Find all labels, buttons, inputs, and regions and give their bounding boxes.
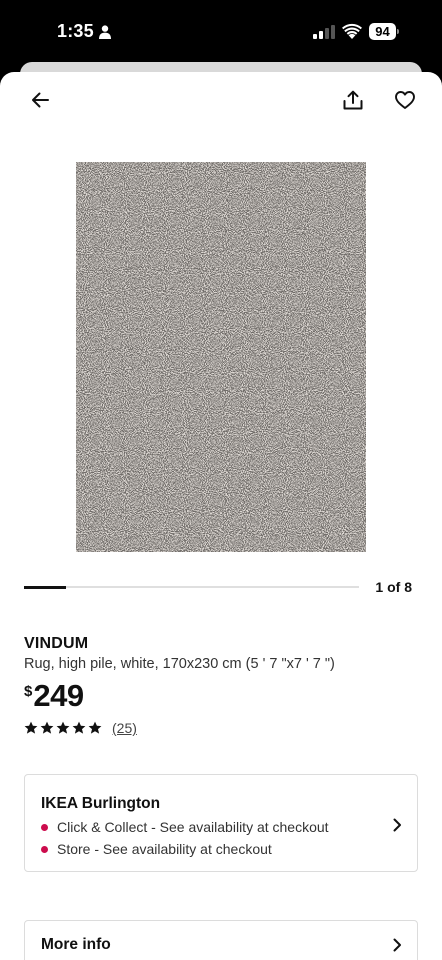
arrow-left-icon xyxy=(32,92,49,108)
chevron-right-icon xyxy=(393,938,401,952)
battery-tip xyxy=(397,29,399,34)
availability-text: Store - See availability at checkout xyxy=(57,841,272,857)
star-icon xyxy=(56,721,70,734)
availability-text: Click & Collect - See availability at ch… xyxy=(57,819,329,835)
product-rating[interactable]: (25) xyxy=(24,720,137,736)
more-info-button[interactable]: More info xyxy=(24,920,418,960)
star-icon xyxy=(88,721,102,734)
status-dot xyxy=(41,823,48,831)
store-name: IKEA Burlington xyxy=(41,795,161,812)
product-price: $ 249 xyxy=(24,678,84,714)
price-currency: $ xyxy=(24,683,33,700)
status-dot xyxy=(41,845,48,853)
battery-indicator: 94 xyxy=(369,23,399,40)
back-button[interactable] xyxy=(24,84,56,116)
battery-level: 94 xyxy=(369,23,396,40)
more-info-label: More info xyxy=(41,936,111,953)
favorite-button[interactable] xyxy=(389,84,421,116)
star-icon xyxy=(24,721,38,734)
product-image[interactable] xyxy=(76,162,366,552)
cellular-signal-icon xyxy=(313,25,335,39)
product-description: Rug, high pile, white, 170x230 cm (5 ' 7… xyxy=(24,656,335,672)
product-sheet: 1 of 8 VINDUM Rug, high pile, white, 170… xyxy=(0,72,442,960)
store-availability-card[interactable]: IKEA Burlington Click & Collect - See av… xyxy=(24,774,418,872)
status-bar: 1:35 94 xyxy=(0,0,442,62)
status-time: 1:35 xyxy=(57,21,94,41)
product-name: VINDUM xyxy=(24,635,89,652)
gallery-progress-bar xyxy=(24,585,359,589)
star-icon xyxy=(72,721,86,734)
review-count-link[interactable]: (25) xyxy=(112,720,137,736)
share-icon xyxy=(343,90,363,110)
price-amount: 249 xyxy=(33,678,84,713)
availability-store: Store - See availability at checkout xyxy=(41,841,272,857)
wifi-icon xyxy=(342,23,362,39)
gallery-progress-fill xyxy=(24,585,66,589)
gallery-page-counter: 1 of 8 xyxy=(375,579,412,595)
star-icon xyxy=(40,721,54,734)
share-button[interactable] xyxy=(337,84,369,116)
availability-click-collect: Click & Collect - See availability at ch… xyxy=(41,819,329,835)
heart-icon xyxy=(395,91,415,109)
chevron-right-icon xyxy=(393,818,401,832)
person-icon xyxy=(99,25,111,39)
